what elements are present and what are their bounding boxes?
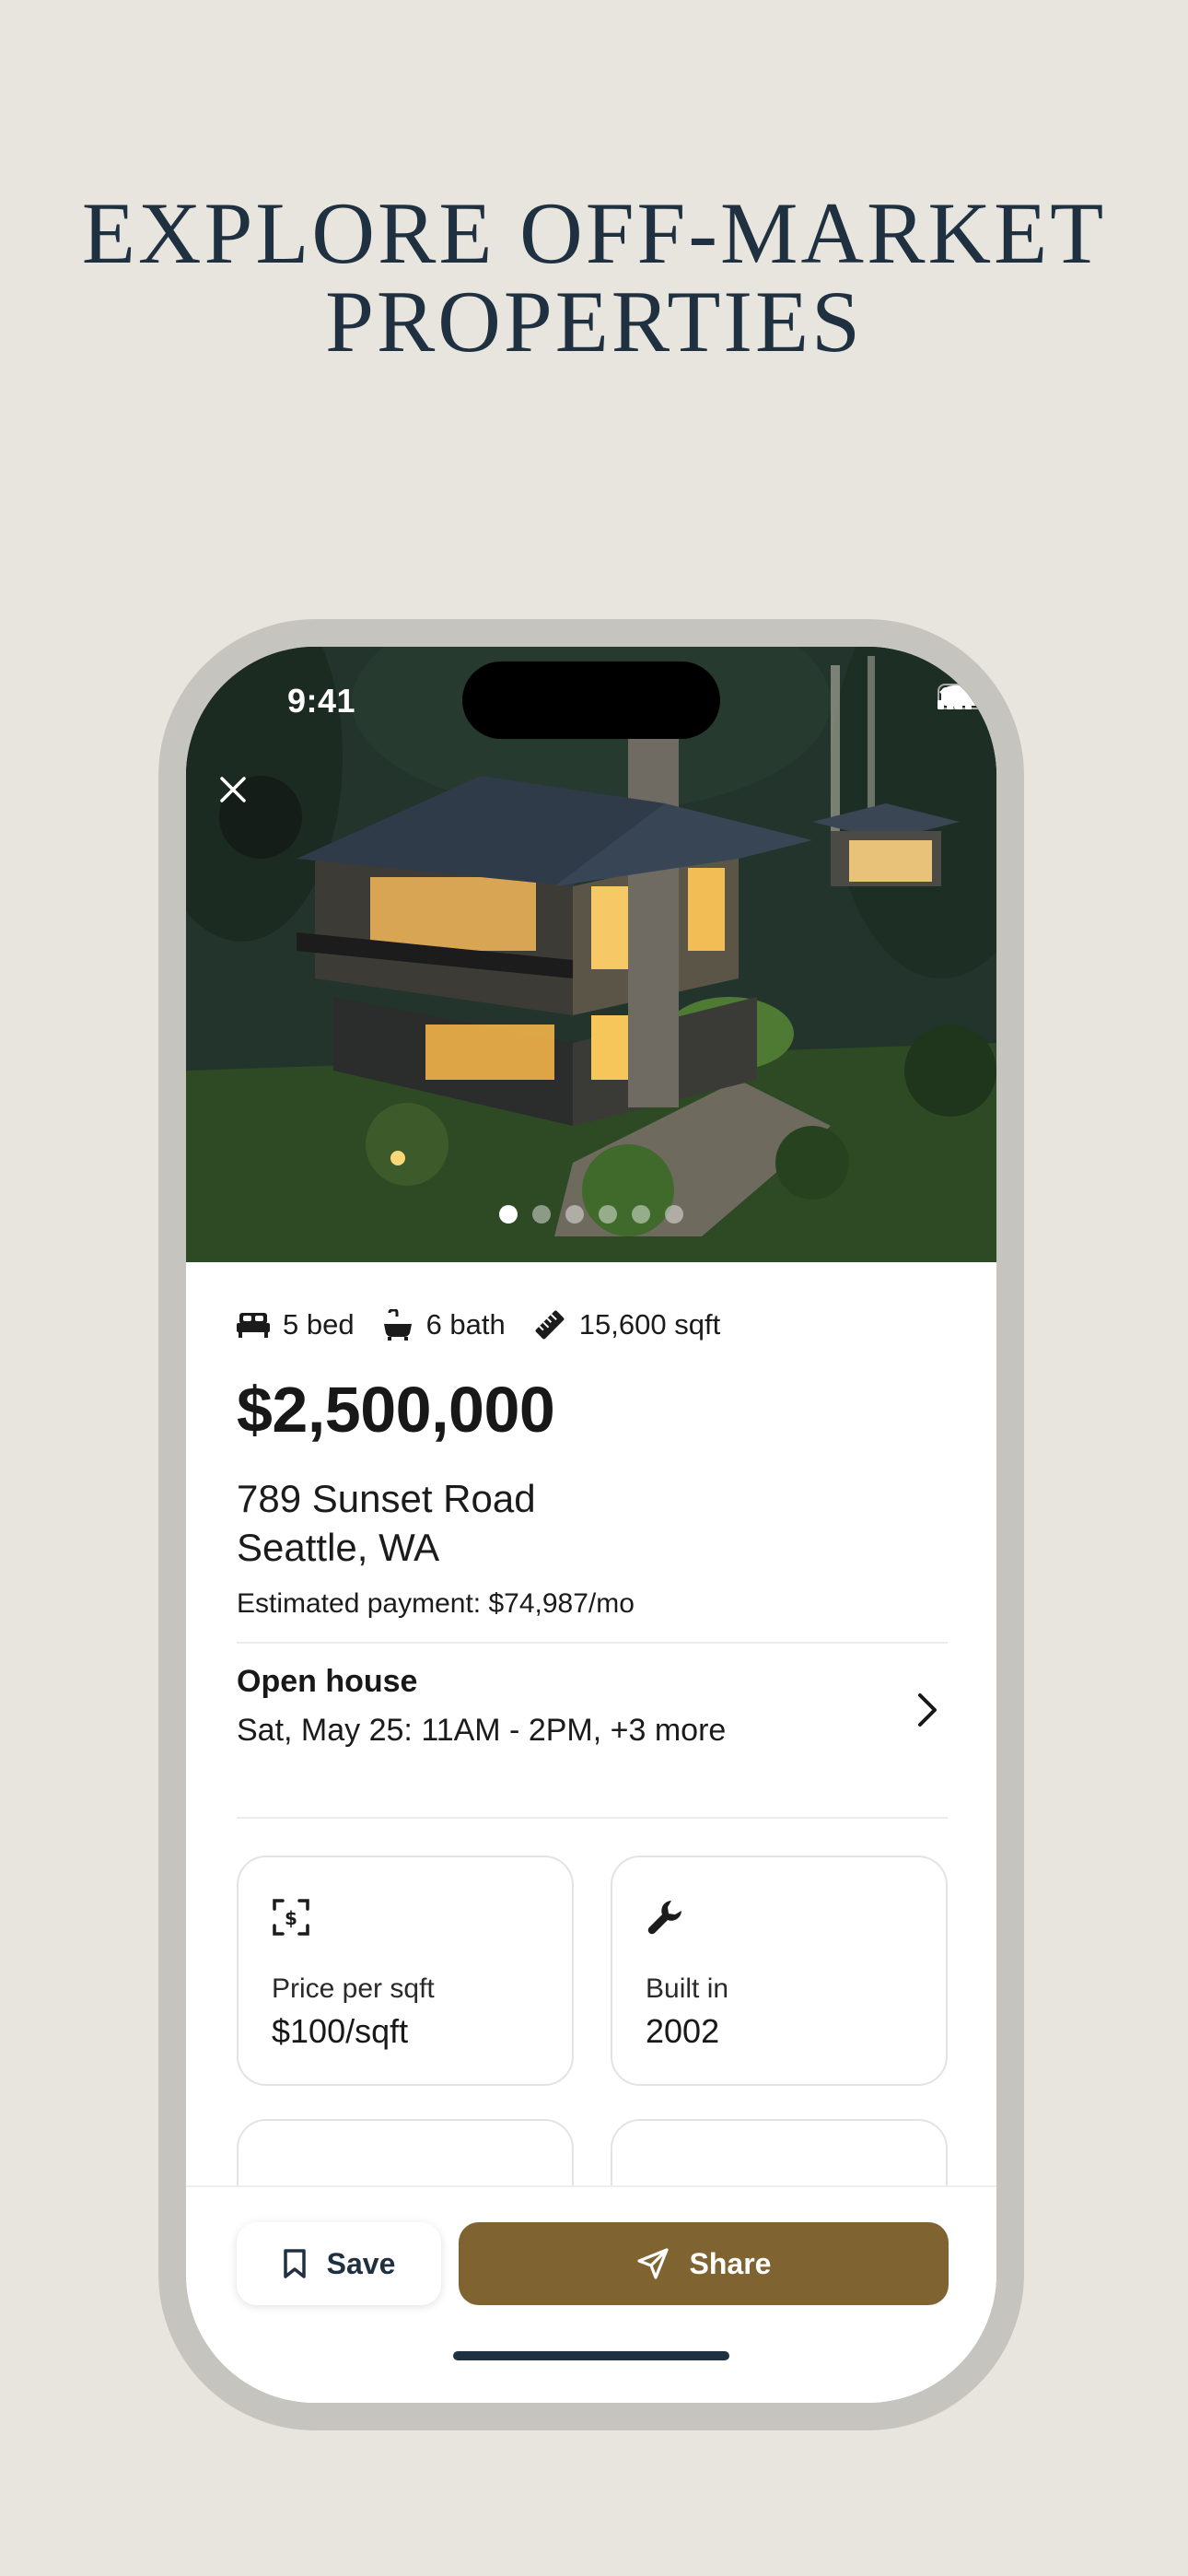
- headline-line-1: EXPLORE OFF-MARKET: [81, 184, 1107, 282]
- house-illustration: [186, 647, 996, 1262]
- svg-text:$: $: [285, 1907, 297, 1929]
- fact-baths-label: 6 bath: [425, 1308, 506, 1341]
- card-built-in: Built in 2002: [611, 1856, 948, 2086]
- bathtub-icon: [383, 1309, 412, 1341]
- close-button[interactable]: [219, 776, 302, 859]
- page-headline: EXPLORE OFF-MARKET PROPERTIES: [0, 189, 1188, 366]
- fact-baths: 6 bath: [382, 1308, 506, 1341]
- listing-address: 789 Sunset Road Seattle, WA: [237, 1474, 536, 1572]
- price-tag-icon: $: [273, 1899, 309, 1936]
- property-facts: 5 bed 6 bath 15,600 sqft: [237, 1308, 748, 1341]
- phone-frame: 9:41 5 bed 6 bath 15,600 sqft $2,500,000…: [158, 619, 1024, 2430]
- address-line-2: Seattle, WA: [237, 1526, 440, 1569]
- pagination-dot[interactable]: [665, 1205, 683, 1224]
- open-house-row[interactable]: Open house Sat, May 25: 11AM - 2PM, +3 m…: [237, 1664, 948, 1765]
- headline-line-2: PROPERTIES: [325, 273, 863, 370]
- pagination-dot[interactable]: [632, 1205, 650, 1224]
- divider: [237, 1642, 948, 1644]
- fact-beds: 5 bed: [237, 1308, 355, 1341]
- open-house-title: Open house: [237, 1664, 418, 1699]
- pagination-dot[interactable]: [565, 1205, 584, 1224]
- card-value: 2002: [646, 2012, 720, 2050]
- divider: [237, 1817, 948, 1819]
- pagination-dot[interactable]: [599, 1205, 617, 1224]
- status-time: 9:41: [287, 682, 356, 720]
- fact-beds-label: 5 bed: [283, 1308, 355, 1341]
- share-button-label: Share: [689, 2246, 772, 2280]
- fact-sqft: 15,600 sqft: [533, 1308, 720, 1341]
- battery-icon: [938, 684, 990, 709]
- ruler-icon: [535, 1310, 565, 1340]
- card-label: Price per sqft: [272, 1973, 435, 2004]
- property-photo[interactable]: 9:41: [186, 647, 996, 1262]
- card-price-per-sqft: $ Price per sqft $100/sqft: [237, 1856, 574, 2086]
- dynamic-island: [462, 662, 720, 739]
- listing-price: $2,500,000: [237, 1374, 555, 1446]
- send-icon: [636, 2248, 669, 2279]
- card-label: Built in: [646, 1973, 729, 2004]
- pagination-dot[interactable]: [499, 1205, 518, 1224]
- pagination-dot[interactable]: [532, 1205, 551, 1224]
- phone-screen: 9:41 5 bed 6 bath 15,600 sqft $2,500,000…: [186, 647, 996, 2403]
- save-button-label: Save: [326, 2246, 396, 2280]
- open-house-schedule: Sat, May 25: 11AM - 2PM, +3 more: [237, 1713, 727, 1748]
- address-line-1: 789 Sunset Road: [237, 1477, 536, 1520]
- save-button[interactable]: Save: [237, 2222, 441, 2305]
- share-button[interactable]: Share: [459, 2222, 949, 2305]
- home-indicator[interactable]: [453, 2351, 729, 2360]
- photo-pagination[interactable]: [186, 1205, 996, 1224]
- bed-icon: [237, 1313, 270, 1338]
- bookmark-icon: [283, 2249, 306, 2278]
- card-value: $100/sqft: [272, 2012, 409, 2050]
- wrench-icon: [647, 1901, 681, 1935]
- close-icon: [220, 777, 246, 802]
- chevron-right-icon: [918, 1693, 937, 1727]
- fact-sqft-label: 15,600 sqft: [578, 1308, 721, 1341]
- estimated-payment: Estimated payment: $74,987/mo: [237, 1588, 635, 1619]
- bottom-action-bar: Save Share: [186, 2185, 996, 2403]
